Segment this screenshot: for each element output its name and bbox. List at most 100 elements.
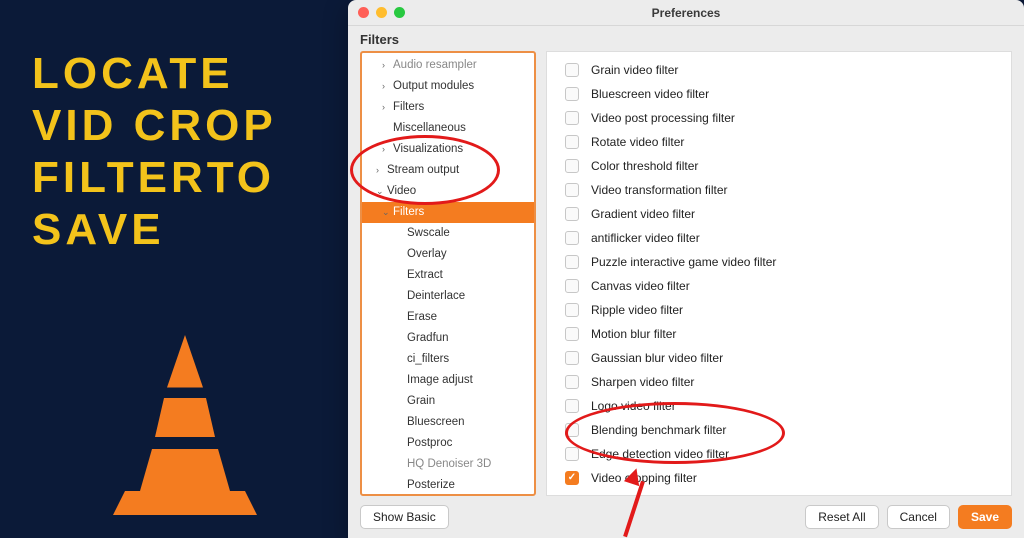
filter-row[interactable]: Ripple video filter [547,298,1011,322]
filter-label: Rotate video filter [591,132,684,152]
filter-label: Puzzle interactive game video filter [591,252,776,272]
filter-row[interactable]: Puzzle interactive game video filter [547,250,1011,274]
minimize-window-button[interactable] [376,7,387,18]
tree-item-label: Visualizations [393,143,463,155]
tree-item[interactable]: Overlay [362,244,534,265]
filter-label: Bluescreen video filter [591,84,709,104]
tree-item[interactable]: ⌄Filters [362,202,534,223]
tree-item[interactable]: Grain [362,391,534,412]
sidebar-container: ›Audio resampler›Output modules›FiltersM… [360,51,536,496]
tree-item-label: Miscellaneous [393,122,466,134]
filter-checkbox[interactable] [565,471,579,485]
reset-all-button[interactable]: Reset All [805,505,878,529]
promo-line-2: VID CROP [32,100,342,152]
filter-checkbox[interactable] [565,159,579,173]
tree-item[interactable]: ci_filters [362,349,534,370]
tree-item[interactable]: Posterize [362,475,534,494]
filter-row[interactable]: Gaussian blur video filter [547,346,1011,370]
tree-item[interactable]: ›Audio resampler [362,55,534,76]
filter-checkbox[interactable] [565,255,579,269]
tree-item[interactable]: Erase [362,307,534,328]
filter-label: Gradient video filter [591,204,695,224]
tree-item[interactable]: HQ Denoiser 3D [362,454,534,475]
filter-checklist[interactable]: Grain video filter Bluescreen video filte… [546,51,1012,496]
preferences-window: Preferences Filters ›Audio resampler›Out… [348,0,1024,538]
filter-row[interactable]: Bluescreen video filter [547,82,1011,106]
filter-row[interactable]: Gradient video filter [547,202,1011,226]
filter-checkbox[interactable] [565,231,579,245]
filter-checkbox[interactable] [565,183,579,197]
filter-label: Blending benchmark filter [591,420,726,440]
filter-checkbox[interactable] [565,63,579,77]
cancel-button[interactable]: Cancel [887,505,950,529]
tree-item[interactable]: Bluescreen [362,412,534,433]
tree-item[interactable]: Swscale [362,223,534,244]
close-window-button[interactable] [358,7,369,18]
filter-row[interactable]: Canvas video filter [547,274,1011,298]
filter-label: Canvas video filter [591,276,690,296]
filter-checkbox[interactable] [565,303,579,317]
filter-row[interactable]: Edge detection video filter [547,442,1011,466]
show-basic-button[interactable]: Show Basic [360,505,449,529]
tree-item[interactable]: ›Filters [362,97,534,118]
filter-label: Video post processing filter [591,108,735,128]
filter-row[interactable]: Video transformation filter [547,178,1011,202]
tree-item-label: Filters [393,206,424,218]
filter-label: Grain video filter [591,60,678,80]
tree-item-label: Image adjust [407,374,473,386]
chevron-right-icon: › [382,141,391,158]
zoom-window-button[interactable] [394,7,405,18]
tree-item[interactable]: Image adjust [362,370,534,391]
filter-checkbox[interactable] [565,207,579,221]
window-controls [358,7,405,18]
filter-checkbox[interactable] [565,279,579,293]
filter-checkbox[interactable] [565,327,579,341]
tree-item-label: Filters [393,101,424,113]
filter-row[interactable]: Rotate video filter [547,130,1011,154]
tree-item[interactable]: Miscellaneous [362,118,534,139]
filter-label: Motion blur filter [591,324,676,344]
chevron-right-icon: › [382,57,391,74]
filter-label: Logo video filter [591,396,676,416]
promo-line-1: LOCATE [32,48,342,100]
save-button[interactable]: Save [958,505,1012,529]
filter-checkbox[interactable] [565,447,579,461]
tree-item-label: Erase [407,311,437,323]
filter-row[interactable]: Video post processing filter [547,106,1011,130]
tree-item[interactable]: Deinterlace [362,286,534,307]
filter-checkbox[interactable] [565,399,579,413]
filter-checkbox[interactable] [565,375,579,389]
tree-item[interactable]: Extract [362,265,534,286]
chevron-right-icon: › [382,78,391,95]
tree-item[interactable]: Gradfun [362,328,534,349]
tree-item[interactable]: Postproc [362,433,534,454]
filter-checkbox[interactable] [565,351,579,365]
filter-row[interactable]: Motion blur filter [547,322,1011,346]
filter-row[interactable]: Color threshold filter [547,154,1011,178]
tree-item-label: Video [387,185,416,197]
tree-item-label: Deinterlace [407,290,465,302]
filter-row[interactable]: Blending benchmark filter [547,418,1011,442]
filter-checkbox[interactable] [565,87,579,101]
tree-item[interactable]: ›Stream output [362,160,534,181]
filter-checkbox[interactable] [565,423,579,437]
filter-checkbox[interactable] [565,111,579,125]
tree-item[interactable]: ›Visualizations [362,139,534,160]
filter-row[interactable]: antiflicker video filter [547,226,1011,250]
filter-row[interactable]: Sharpen video filter [547,370,1011,394]
tree-item-label: Posterize [407,479,455,491]
filter-row[interactable]: Grain video filter [547,58,1011,82]
content-area: ›Audio resampler›Output modules›FiltersM… [348,51,1024,496]
tree-item-label: Audio resampler [393,59,477,71]
filter-checkbox[interactable] [565,135,579,149]
window-title: Preferences [348,6,1024,20]
filter-label: Ripple video filter [591,300,683,320]
category-tree[interactable]: ›Audio resampler›Output modules›FiltersM… [362,53,534,494]
filter-row[interactable]: Logo video filter [547,394,1011,418]
filter-row[interactable]: Video cropping filter [547,466,1011,490]
filter-label: Gaussian blur video filter [591,348,723,368]
tree-item-label: Gradfun [407,332,449,344]
tree-item[interactable]: ⌄Video [362,181,534,202]
tree-item-label: Overlay [407,248,447,260]
tree-item[interactable]: ›Output modules [362,76,534,97]
